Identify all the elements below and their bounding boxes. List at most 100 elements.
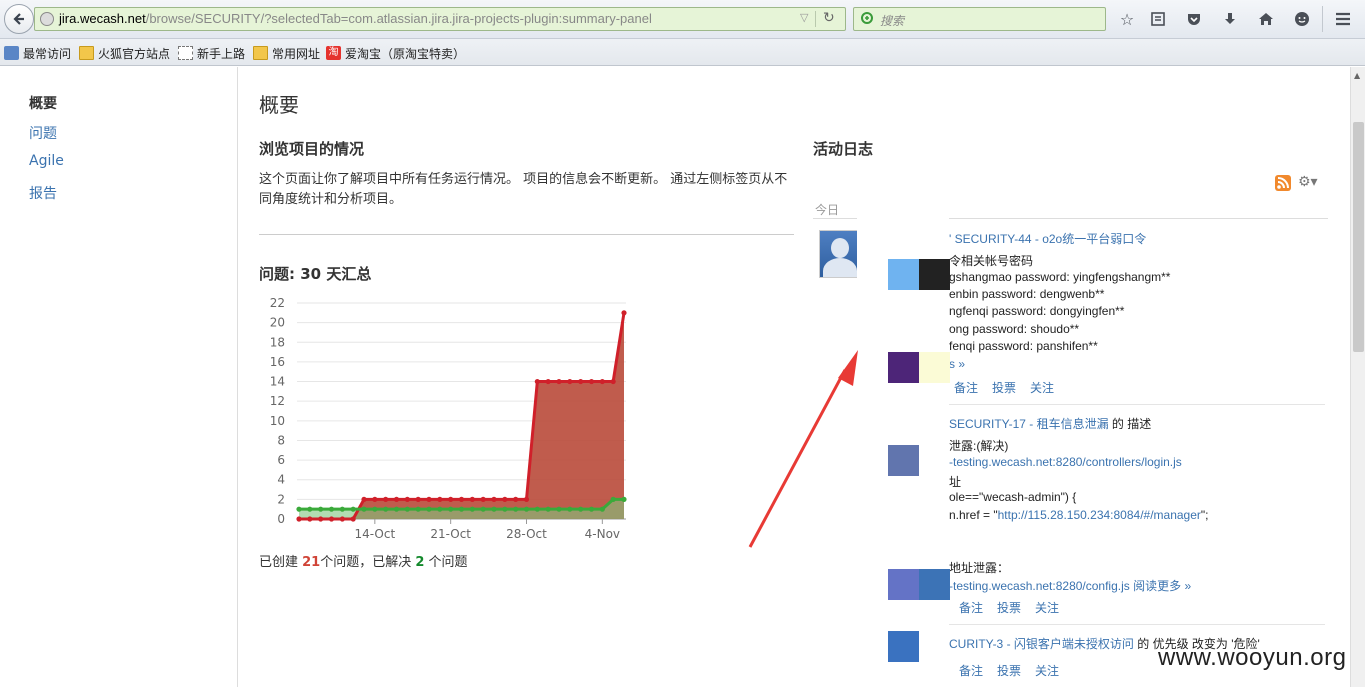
activity-line: n.href = "http://115.28.150.234:8084/#/m…: [949, 508, 1209, 522]
summary-prefix: 已创建: [259, 555, 303, 570]
sidebar-item-reports[interactable]: 报告: [29, 183, 57, 203]
data-point: [567, 378, 573, 385]
url-bar[interactable]: jira.wecash.net/browse/SECURITY/?selecte…: [34, 7, 846, 31]
summary-mid: 个问题，已解决: [320, 555, 416, 570]
y-tick-label: 6: [277, 453, 285, 467]
vote-action[interactable]: 投票: [997, 664, 1021, 678]
data-point: [567, 506, 573, 512]
data-point: [588, 506, 595, 512]
url-path: /browse/SECURITY/?selectedTab=com.atlass…: [145, 11, 652, 26]
bookmark-star-icon[interactable]: ☆: [1117, 9, 1137, 29]
manager-url-link[interactable]: http://115.28.150.234:8084/#/manager: [998, 508, 1201, 522]
data-point: [480, 496, 486, 502]
activity-line: ngfenqi password: dongyingfen**: [949, 304, 1125, 318]
data-point: [296, 506, 302, 512]
data-point: [307, 516, 313, 522]
data-point: [296, 516, 302, 522]
annotation-arrow: [748, 350, 858, 548]
read-more-link[interactable]: 阅读更多 »: [1133, 579, 1191, 593]
watch-action[interactable]: 关注: [1035, 601, 1059, 615]
search-engine-icon[interactable]: [860, 11, 876, 27]
y-tick-label: 18: [270, 335, 285, 349]
bookmark-label: 新手上路: [197, 46, 246, 61]
read-more-link[interactable]: s »: [949, 357, 965, 371]
data-point: [523, 496, 530, 502]
data-point: [426, 506, 432, 512]
activity-actions: 备注 投票 关注: [959, 599, 1073, 616]
comment-action[interactable]: 备注: [959, 664, 983, 678]
bookmark-label: 爱淘宝（原淘宝特卖）: [345, 46, 466, 61]
watch-action[interactable]: 关注: [1035, 664, 1059, 678]
data-point: [513, 506, 519, 512]
data-point: [383, 496, 389, 502]
page-scrollbar[interactable]: ▲: [1350, 67, 1365, 687]
bookmarks-list-icon[interactable]: [1148, 9, 1168, 29]
data-point: [350, 506, 356, 512]
data-point: [361, 506, 367, 512]
sidebar-item-issues[interactable]: 问题: [29, 123, 57, 143]
data-point: [578, 506, 584, 512]
url-host: jira.wecash.net: [59, 11, 146, 26]
data-point: [610, 496, 616, 502]
download-icon[interactable]: [1220, 9, 1240, 29]
home-icon[interactable]: [1256, 9, 1276, 29]
activity-entry-title[interactable]: ' SECURITY-44 - o2o统一平台弱口令: [949, 230, 1146, 247]
bookmark-firefox-site[interactable]: 火狐官方站点: [79, 44, 170, 62]
bookmark-common-sites[interactable]: 常用网址: [253, 44, 320, 62]
data-point: [372, 496, 378, 502]
hamburger-menu-icon[interactable]: [1333, 9, 1353, 29]
vote-action[interactable]: 投票: [992, 381, 1016, 395]
x-tick-label: 4-Nov: [585, 527, 620, 541]
issue-link[interactable]: SECURITY-17 - 租车信息泄漏: [949, 417, 1109, 431]
search-bar[interactable]: 搜索: [853, 7, 1106, 31]
comment-action[interactable]: 备注: [959, 601, 983, 615]
avatar-body: [823, 258, 857, 277]
globe-icon: [40, 12, 54, 26]
data-point: [588, 378, 595, 385]
folder-icon: [79, 46, 94, 60]
bookmark-label: 最常访问: [23, 46, 72, 61]
issues-30-day-chart: 0 2 4 6 8 10 12 14 16 18 20 22 14-Oct 21-Oct 28-Oct 4-N…: [270, 296, 627, 541]
toolbar-separator: [1322, 6, 1323, 32]
data-point: [599, 506, 605, 512]
issue-link[interactable]: CURITY-3 - 闪银客户端未授权访问: [949, 637, 1134, 651]
bookmark-getting-started[interactable]: 新手上路: [178, 44, 245, 62]
href-suffix: ";: [1200, 508, 1209, 522]
data-point: [502, 496, 508, 502]
scroll-up-icon[interactable]: ▲: [1354, 71, 1360, 80]
mosaic-block: [888, 445, 919, 476]
activity-line: 令相关帐号密码: [949, 254, 1034, 268]
bookmark-most-visited[interactable]: 最常访问: [4, 44, 71, 62]
y-tick-label: 4: [277, 473, 285, 487]
data-point: [448, 496, 454, 502]
pocket-icon[interactable]: [1184, 9, 1204, 29]
rss-icon[interactable]: [1275, 175, 1291, 191]
sidebar-item-summary[interactable]: 概要: [29, 93, 57, 113]
watch-action[interactable]: 关注: [1030, 381, 1054, 395]
data-point: [393, 506, 400, 512]
data-point: [393, 496, 400, 502]
chat-icon[interactable]: [1292, 9, 1312, 29]
activity-line: 地址泄露：: [949, 561, 1010, 575]
overview-description: 这个页面让你了解项目中所有任务运行情况。 项目的信息会不断更新。 通过左侧标签页…: [259, 172, 788, 207]
mosaic-block: [888, 569, 919, 600]
activity-link-line[interactable]: -testing.wecash.net:8280/controllers/log…: [949, 455, 1182, 469]
vote-action[interactable]: 投票: [997, 601, 1021, 615]
data-point: [469, 496, 475, 502]
y-tick-label: 20: [270, 316, 285, 330]
data-point: [339, 516, 345, 522]
reload-icon[interactable]: ↻: [823, 10, 835, 26]
url-text: jira.wecash.net/browse/SECURITY/?selecte…: [59, 11, 652, 26]
config-js-link[interactable]: -testing.wecash.net:8280/config.js: [949, 579, 1130, 593]
data-point: [610, 378, 616, 385]
avatar[interactable]: [819, 230, 859, 278]
comment-action[interactable]: 备注: [954, 381, 978, 395]
bookmark-aitaobao[interactable]: 淘爱淘宝（原淘宝特卖）: [326, 44, 465, 62]
sidebar-item-agile[interactable]: Agile: [29, 153, 64, 169]
gear-dropdown-icon[interactable]: ⚙▾: [1298, 174, 1318, 190]
scroll-thumb[interactable]: [1353, 122, 1364, 352]
back-button[interactable]: [4, 4, 34, 34]
activity-line: enbin password: dengwenb**: [949, 287, 1105, 301]
url-dropdown-icon[interactable]: ▽: [800, 11, 808, 24]
data-point: [328, 516, 335, 522]
